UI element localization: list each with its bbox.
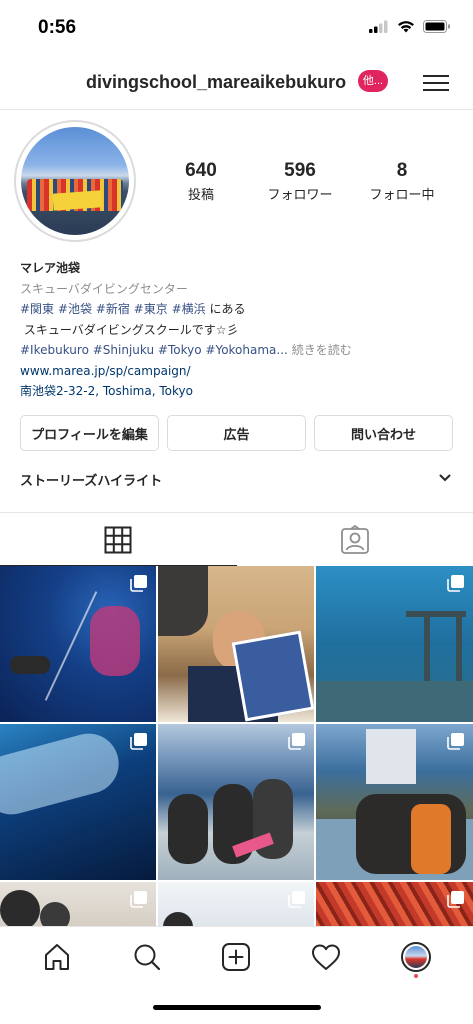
cellular-signal-icon [369,20,388,33]
multiple-photos-icon [130,575,147,592]
profile-tabs [0,512,473,566]
followers-label: フォロワー [267,188,333,203]
highlights-label: ストーリーズハイライト [20,474,163,489]
nav-search[interactable] [122,935,172,979]
post-thumbnail[interactable] [158,882,314,926]
following-label: フォロー中 [369,188,435,203]
avatar-photo [21,127,129,235]
stat-followers[interactable]: 596 フォロワー [255,160,345,203]
bio-text: にある [209,302,246,316]
search-icon [134,944,160,970]
home-indicator[interactable] [153,1005,321,1010]
hashtag-link[interactable]: #関東 [20,302,54,316]
status-icons [369,20,451,33]
profile-summary: 640 投稿 596 フォロワー 8 フォロー中 [0,120,473,242]
multiple-photos-icon [288,891,305,908]
bio-line-3: #Ikebukuro #Shinjuku #Tokyo #Yokohama...… [20,340,460,361]
multiple-photos-icon [447,733,464,750]
grid-icon [104,526,132,553]
nav-profile[interactable] [391,935,441,979]
edit-profile-button[interactable]: プロフィールを編集 [20,415,159,451]
post-thumbnail[interactable] [158,724,314,880]
post-thumbnail[interactable] [158,566,314,722]
posts-grid [0,566,473,926]
chevron-down-icon [439,474,451,482]
post-thumbnail[interactable] [0,724,156,880]
multiple-photos-icon [288,733,305,750]
hashtag-link[interactable]: #横浜 [172,302,206,316]
followers-count: 596 [284,160,316,181]
following-count: 8 [396,160,408,181]
address-link[interactable]: 南池袋2-32-2, Toshima, Tokyo [20,381,460,402]
battery-icon [423,20,450,33]
display-name: マレア池袋 [20,261,81,275]
posts-count: 640 [185,160,217,181]
new-post-icon [222,942,251,971]
posts-label: 投稿 [187,188,214,203]
account-switch-badge[interactable]: 他... [358,70,388,92]
heart-icon [312,944,341,970]
profile-bio: マレア池袋 スキューバダイビングセンター #関東 #池袋 #新宿 #東京 #横浜… [20,258,460,402]
website-link[interactable]: www.marea.jp/sp/campaign/ [20,361,460,382]
post-thumbnail[interactable] [316,882,473,926]
notification-dot [414,973,419,978]
profile-avatar-small [401,941,432,972]
stat-following[interactable]: 8 フォロー中 [357,160,447,203]
bottom-navigation [0,926,473,986]
bio-line-1: #関東 #池袋 #新宿 #東京 #横浜 にある [20,299,460,320]
multiple-photos-icon [447,891,464,908]
hashtag-link[interactable]: #Shinjuku [93,343,154,357]
post-thumbnail[interactable] [316,566,473,722]
multiple-photos-icon [447,575,464,592]
multiple-photos-icon [130,733,147,750]
read-more-link[interactable]: 続きを読む [292,343,352,357]
nav-home[interactable] [32,935,82,979]
story-highlights-toggle[interactable]: ストーリーズハイライト [20,470,453,494]
ads-button[interactable]: 広告 [167,415,306,451]
tab-posts-grid[interactable] [0,513,237,566]
status-bar: 0:56 [0,0,473,58]
username-title[interactable]: divingschool_mareaikebukuro [86,72,346,93]
hashtag-link[interactable]: #池袋 [58,302,92,316]
bio-line-2: スキューバダイビングスクールです☆彡 [20,322,239,337]
post-thumbnail[interactable] [0,882,156,926]
profile-action-buttons: プロフィールを編集 広告 問い合わせ [20,415,453,451]
hashtag-link[interactable]: #Yokohama... [205,343,287,357]
home-icon [44,943,69,970]
status-time: 0:56 [38,17,77,38]
hamburger-menu-icon[interactable] [423,70,451,96]
post-thumbnail[interactable] [0,566,156,722]
hashtag-link[interactable]: #Ikebukuro [20,343,89,357]
profile-header: divingschool_mareaikebukuro 他... [0,58,473,110]
stat-posts[interactable]: 640 投稿 [156,160,246,203]
hashtag-link[interactable]: #Tokyo [158,343,202,357]
nav-activity[interactable] [301,935,351,979]
profile-avatar[interactable] [14,120,136,242]
tagged-icon [340,524,369,554]
hashtag-link[interactable]: #東京 [134,302,168,316]
category-label: スキューバダイビングセンター [20,281,188,296]
post-thumbnail[interactable] [316,724,473,880]
contact-button[interactable]: 問い合わせ [314,415,453,451]
multiple-photos-icon [130,891,147,908]
hashtag-link[interactable]: #新宿 [96,302,130,316]
nav-new-post[interactable] [211,935,261,979]
tab-tagged[interactable] [237,513,473,566]
wifi-icon [398,21,414,33]
